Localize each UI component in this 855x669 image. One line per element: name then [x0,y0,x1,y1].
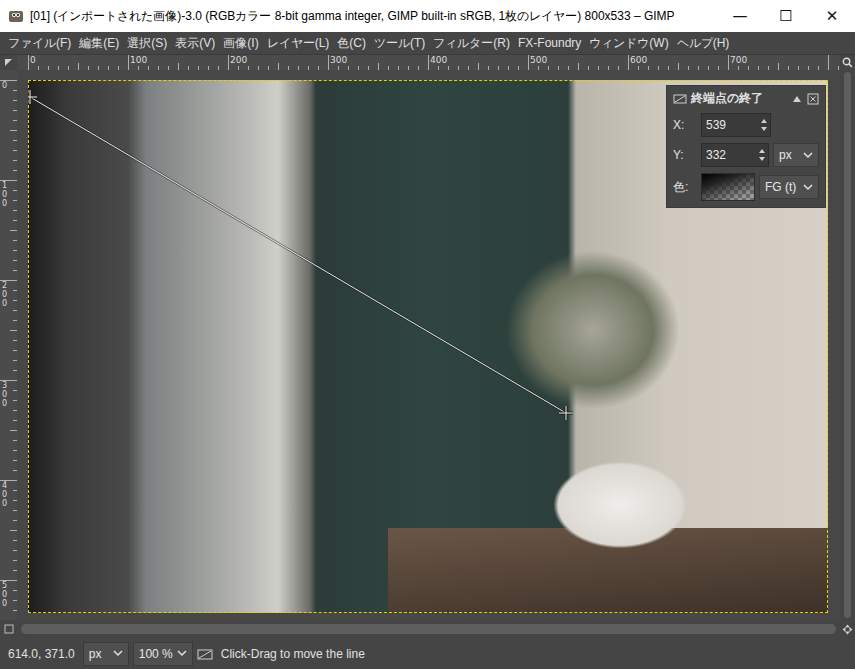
navigate-icon [842,624,853,635]
menu-item[interactable]: フィルター(R) [429,35,514,52]
canvas-row: 0 100 200 300 400 500 終端点の終了 X: 539 Y: 332 px 色: FG (… [0,70,855,620]
status-bar: 614.0, 371.0 px100 % Click-Drag to move th… [0,638,855,669]
color-source-dropdown[interactable]: FG (t) [759,175,819,199]
horizontal-ruler[interactable]: 0 100 200 300 400 500 600 700 [17,55,840,70]
horizontal-scrollbar[interactable] [21,624,836,634]
quick-mask-toggle[interactable] [0,624,17,634]
coordinate-row: Y: 332 px [673,143,819,167]
menu-item[interactable]: 編集(E) [75,35,123,52]
coordinate-spinbox[interactable]: 539 [701,113,771,137]
magnifier-icon [842,57,853,68]
ruler-corner[interactable] [0,55,17,70]
tool-overlay-panel: 終端点の終了 X: 539 Y: 332 px 色: FG (t) [666,85,826,208]
gradient-tool-icon [673,93,687,105]
menu-item[interactable]: 選択(S) [123,35,171,52]
ruler-row: 0 100 200 300 400 500 600 700 [0,55,855,70]
ruler-label: 200 [230,55,247,65]
coordinate-row: X: 539 [673,113,819,137]
ruler-label: 300 [330,55,347,65]
menu-item[interactable]: ヘルプ(H) [673,35,734,52]
menu-item[interactable]: 表示(V) [171,35,219,52]
coordinate-spinbox[interactable]: 332 [701,143,769,167]
ruler-label: 0 [2,82,10,91]
menu-bar: ファイル(F)編集(E)選択(S)表示(V)画像(I)レイヤー(L)色(C)ツー… [0,32,855,55]
menu-item[interactable]: 画像(I) [219,35,262,52]
panel-title: 終端点の終了 [691,90,787,107]
scrollbar-thumb[interactable] [844,72,851,618]
chevron-down-icon [803,184,813,191]
collapse-icon[interactable] [791,93,803,105]
menu-item[interactable]: ツール(T) [370,35,429,52]
ruler-label: 400 [2,482,10,508]
spinbox-value: 332 [706,148,756,162]
gradient-tool-icon [197,647,213,661]
field-label: X: [673,118,697,132]
window-control-button[interactable]: ✕ [809,0,855,32]
ruler-label: 500 [530,55,547,65]
ruler-label: 400 [430,55,447,65]
panel-header: 終端点の終了 [673,90,819,107]
close-icon[interactable] [807,93,819,105]
gimp-logo-icon [8,8,24,24]
ruler-label: 500 [2,582,10,608]
field-label: Y: [673,148,697,162]
field-label: 色: [673,179,697,196]
vertical-ruler[interactable]: 0 100 200 300 400 500 [0,70,17,620]
chevron-down-icon [177,650,187,657]
navigate-button[interactable] [840,624,855,635]
status-message: Click-Drag to move the line [217,647,369,661]
vertical-scrollbar[interactable] [840,70,855,620]
ruler-label: 600 [630,55,647,65]
ruler-label: 700 [730,55,747,65]
ruler-ticks [0,70,17,620]
image-layer[interactable]: 終端点の終了 X: 539 Y: 332 px 色: FG (t) [28,80,828,613]
menu-item[interactable]: 色(C) [333,35,370,52]
canvas[interactable]: 終端点の終了 X: 539 Y: 332 px 色: FG (t) [17,70,840,620]
color-row: 色: FG (t) [673,173,819,201]
pointer-arrow-icon [4,58,13,67]
ruler-label: 100 [2,182,10,208]
menu-item[interactable]: ウィンドウ(W) [585,35,672,52]
horizontal-scroll-row [0,620,855,638]
menu-item[interactable]: レイヤー(L) [263,35,334,52]
unit-dropdown[interactable]: px [83,642,129,666]
title-bar: [01] (インポートされた画像)-3.0 (RGBカラー 8-bit gamm… [0,0,855,32]
spinbox-value: 539 [706,118,758,132]
ruler-label: 300 [2,382,10,408]
chevron-down-icon [113,650,123,657]
gimp-window: [01] (インポートされた画像)-3.0 (RGBカラー 8-bit gamm… [0,0,855,669]
line-endpoint-handle[interactable] [559,406,573,420]
spin-arrows-icon[interactable] [756,145,768,165]
window-control-button[interactable]: — [717,0,763,32]
menu-item[interactable]: ファイル(F) [4,35,75,52]
menu-item[interactable]: FX-Foundry [514,36,585,50]
quick-mask-icon [4,624,14,634]
ruler-label: 100 [130,55,147,65]
unit-dropdown[interactable]: px [773,143,819,167]
spin-arrows-icon[interactable] [758,115,770,135]
zoom-toggle[interactable] [840,55,855,70]
pointer-coordinates: 614.0, 371.0 [4,647,79,661]
line-endpoint-handle[interactable] [28,90,37,104]
zoom-combo[interactable]: 100 % [133,642,193,666]
ruler-label: 0 [30,55,36,65]
chevron-down-icon [803,152,813,159]
ruler-label: 200 [2,282,10,308]
window-title: [01] (インポートされた画像)-3.0 (RGBカラー 8-bit gamm… [24,8,717,25]
gradient-swatch[interactable] [701,173,755,201]
window-control-button[interactable]: ☐ [763,0,809,32]
